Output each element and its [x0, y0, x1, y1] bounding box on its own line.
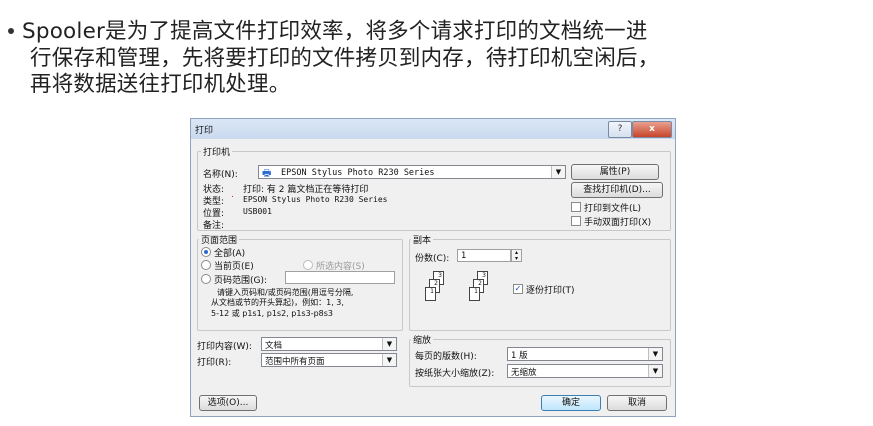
copies-count-value: 1: [461, 251, 467, 261]
chevron-down-icon: ▼: [382, 338, 396, 350]
print-dialog: 打印 ? x 打印机 名称(N): 🖶 EPSON Stylus Photo R…: [190, 118, 676, 417]
print-to-file-label: 打印到文件(L): [584, 204, 642, 214]
range-pages-label: 页码范围(G):: [214, 276, 268, 286]
comment-label: 备注:: [203, 221, 225, 231]
bullet-icon: [8, 28, 14, 34]
printer-name-select[interactable]: 🖶 EPSON Stylus Photo R230 Series ▼: [258, 165, 566, 179]
pages-per-sheet-label: 每页的版数(H):: [415, 352, 477, 362]
range-current-radio[interactable]: [201, 260, 211, 270]
collate-page-number: 3: [438, 272, 442, 279]
status-value: 打印: 有 2 篇文档正在等待打印: [243, 185, 369, 195]
collate-page-icon: 1: [469, 287, 480, 301]
collate-page-number: 2: [478, 280, 482, 287]
copies-spinner[interactable]: ▴ ▾: [511, 249, 522, 262]
collate-page-number: 3: [482, 272, 486, 279]
copies-count-label: 份数(C):: [415, 254, 450, 264]
chevron-down-icon: ▼: [382, 354, 396, 366]
type-value: EPSON Stylus Photo R230 Series: [243, 195, 388, 204]
chevron-down-icon: ▼: [551, 166, 565, 178]
collate-checkbox[interactable]: ✓: [513, 284, 523, 294]
range-all-label: 全部(A): [214, 249, 246, 259]
page-range-input[interactable]: [285, 271, 395, 284]
printer-icon: 🖶: [262, 168, 272, 179]
slide-line-3: 再将数据送往打印机处理。: [30, 72, 291, 97]
options-button[interactable]: 选项(O)...: [199, 395, 257, 411]
print-what-value: 文档: [265, 341, 283, 351]
range-hint-3: 5-12 或 p1s1, p1s2, p1s3-p8s3: [211, 309, 334, 318]
cancel-button[interactable]: 取消: [607, 395, 667, 411]
print-what-label: 打印内容(W):: [197, 342, 252, 352]
collate-page-number: 2: [434, 280, 438, 287]
chevron-down-icon: ▼: [648, 348, 662, 360]
print-to-file-checkbox[interactable]: [571, 202, 581, 212]
range-pages-radio[interactable]: [201, 274, 211, 284]
dialog-title: 打印: [195, 126, 214, 136]
range-selection-radio[interactable]: [303, 260, 313, 270]
page-range-label: 页面范围: [199, 233, 240, 246]
collate-page-number: 1: [430, 288, 434, 295]
pages-per-sheet-select[interactable]: 1 版 ▼: [507, 347, 663, 361]
print-select[interactable]: 范围中所有页面 ▼: [261, 353, 397, 367]
copies-count-input[interactable]: 1: [457, 249, 511, 262]
help-button[interactable]: ?: [608, 121, 632, 138]
scale-label: 按纸张大小缩放(Z):: [415, 369, 495, 379]
print-what-select[interactable]: 文档 ▼: [261, 337, 397, 351]
manual-duplex-label: 手动双面打印(X): [584, 218, 652, 228]
collate-label: 逐份打印(T): [526, 286, 575, 296]
collate-page-icon: 1: [425, 287, 436, 301]
scale-select[interactable]: 无缩放 ▼: [507, 364, 663, 378]
copies-group-label: 副本: [411, 233, 434, 246]
collate-page-number: 1: [474, 288, 478, 295]
find-printer-button[interactable]: 查找打印机(D)...: [571, 182, 663, 198]
properties-button[interactable]: 属性(P): [571, 164, 659, 180]
chevron-down-icon: ▼: [648, 365, 662, 377]
range-hint-2: 从文档或节的开头算起)，例如：1, 3,: [211, 298, 344, 307]
title-bar: 打印 ? x: [191, 119, 675, 139]
where-value: USB001: [243, 207, 272, 216]
printer-group-label: 打印机: [201, 145, 233, 158]
print-label: 打印(R):: [197, 358, 232, 368]
print-value: 范围中所有页面: [265, 357, 325, 367]
printer-name-value: EPSON Stylus Photo R230 Series: [281, 168, 435, 178]
type-indicator-icon: .: [231, 190, 234, 200]
printer-name-label: 名称(N):: [203, 170, 238, 180]
pages-per-sheet-value: 1 版: [511, 351, 528, 361]
zoom-group-label: 缩放: [411, 333, 434, 346]
close-button[interactable]: x: [632, 121, 672, 138]
ok-button[interactable]: 确定: [541, 395, 601, 411]
range-all-radio[interactable]: [201, 247, 211, 257]
range-current-label: 当前页(E): [214, 262, 254, 272]
scale-value: 无缩放: [511, 368, 537, 378]
manual-duplex-checkbox[interactable]: [571, 216, 581, 226]
